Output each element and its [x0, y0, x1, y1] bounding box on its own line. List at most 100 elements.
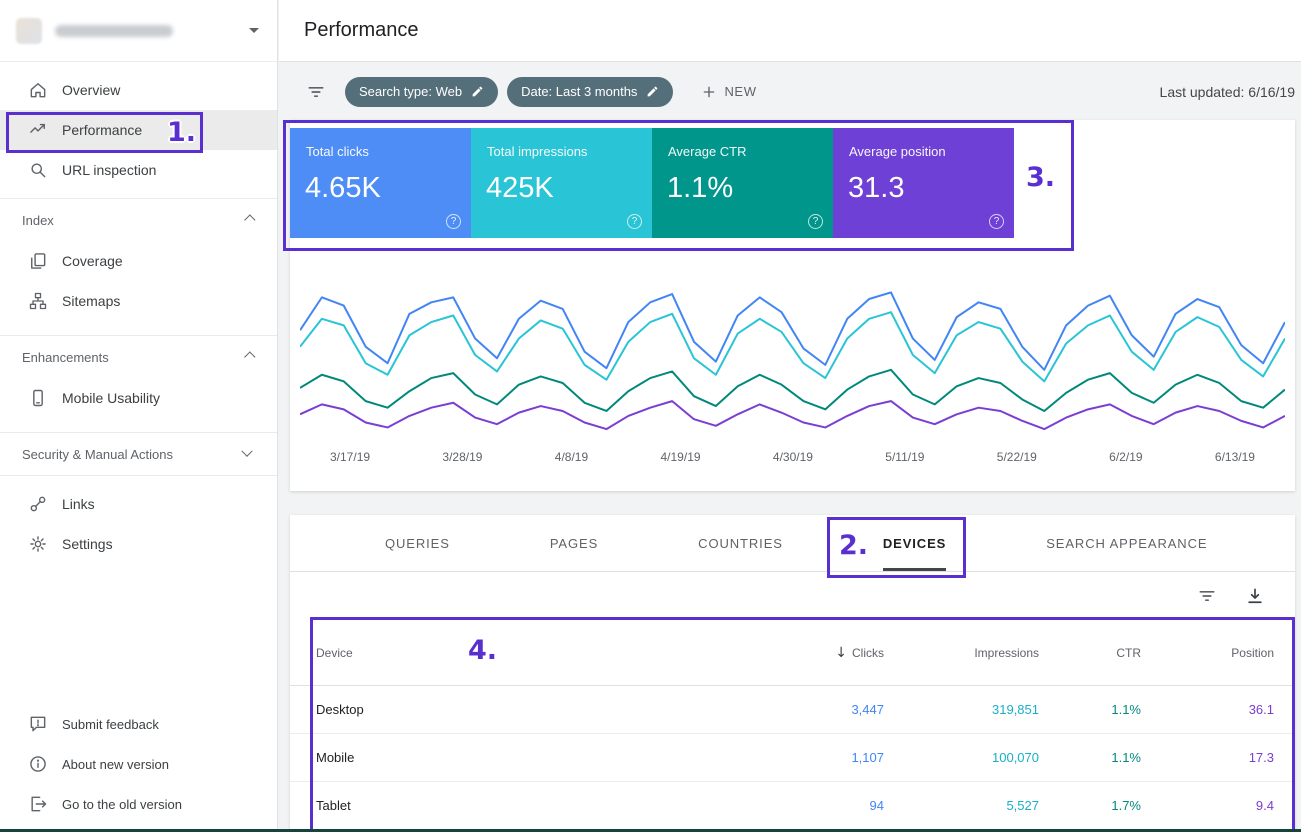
- sidebar-item-go-to-old-version[interactable]: Go to the old version: [0, 784, 277, 824]
- table-toolbar: [290, 572, 1295, 620]
- section-header-enhancements[interactable]: Enhancements: [0, 336, 277, 378]
- ctr-cell: 1.1%: [1039, 750, 1141, 765]
- chevron-down-icon: [249, 28, 259, 33]
- sidebar-item-submit-feedback[interactable]: Submit feedback: [0, 704, 277, 744]
- property-selector[interactable]: [0, 0, 277, 62]
- sidebar-footer: Submit feedback About new version Go to …: [0, 704, 277, 824]
- column-header-position[interactable]: Position: [1141, 646, 1274, 660]
- performance-line-chart[interactable]: [300, 260, 1285, 450]
- chevron-up-icon: [244, 351, 255, 362]
- google-search-console-performance: Overview Performance URL inspection Inde…: [0, 0, 1301, 832]
- chevron-up-icon: [244, 214, 255, 225]
- property-name-redacted: [55, 25, 173, 37]
- column-header-ctr[interactable]: CTR: [1039, 646, 1141, 660]
- metric-title: Total impressions: [487, 144, 587, 159]
- metric-card-average-ctr[interactable]: Average CTR 1.1% ?: [652, 128, 833, 238]
- sitemaps-icon: [28, 291, 48, 311]
- x-axis-label: 3/17/19: [330, 450, 370, 464]
- help-icon[interactable]: ?: [808, 214, 823, 229]
- section-header-security-manual-actions[interactable]: Security & Manual Actions: [0, 433, 277, 475]
- chip-label: Search type: Web: [359, 84, 462, 99]
- tab-queries[interactable]: QUERIES: [385, 515, 450, 571]
- x-axis-label: 4/19/19: [661, 450, 701, 464]
- help-icon[interactable]: ?: [627, 214, 642, 229]
- table-row-desktop: Desktop 3,447 319,851 1.1% 36.1: [290, 686, 1295, 734]
- x-axis-label: 5/11/19: [885, 450, 924, 464]
- info-icon: [28, 754, 48, 774]
- tab-devices[interactable]: DEVICES: [883, 515, 946, 571]
- sidebar-item-overview[interactable]: Overview: [0, 70, 277, 110]
- metric-card-total-impressions[interactable]: Total impressions 425K ?: [471, 128, 652, 238]
- sidebar-item-sitemaps[interactable]: Sitemaps: [0, 281, 277, 321]
- metric-value: 31.3: [848, 172, 904, 205]
- section-header-index[interactable]: Index: [0, 199, 277, 241]
- date-range-chip[interactable]: Date: Last 3 months: [507, 77, 673, 107]
- filter-icon[interactable]: [306, 82, 326, 102]
- table-row-mobile: Mobile 1,107 100,070 1.1% 17.3: [290, 734, 1295, 782]
- mobile-icon: [28, 388, 48, 408]
- x-axis-label: 6/2/19: [1109, 450, 1142, 464]
- help-icon[interactable]: ?: [446, 214, 461, 229]
- sidebar-item-links[interactable]: Links: [0, 484, 277, 524]
- metric-card-total-clicks[interactable]: Total clicks 4.65K ?: [290, 128, 471, 238]
- column-header-clicks[interactable]: ↓Clicks: [714, 645, 884, 661]
- chip-label: Date: Last 3 months: [521, 84, 637, 99]
- sidebar-item-about-new-version[interactable]: About new version: [0, 744, 277, 784]
- position-cell: 9.4: [1141, 798, 1274, 813]
- sidebar-item-mobile-usability[interactable]: Mobile Usability: [0, 378, 277, 418]
- table-header-row: Device ↓Clicks Impressions CTR Position: [290, 620, 1295, 686]
- metric-card-average-position[interactable]: Average position 31.3 ?: [833, 128, 1014, 238]
- property-logo: [16, 18, 42, 44]
- search-type-chip[interactable]: Search type: Web: [345, 77, 498, 107]
- new-button-label: NEW: [724, 84, 756, 99]
- download-icon[interactable]: [1245, 586, 1265, 606]
- sidebar-item-label: Mobile Usability: [62, 390, 160, 406]
- help-icon[interactable]: ?: [989, 214, 1004, 229]
- column-header-device[interactable]: Device: [316, 646, 714, 660]
- sidebar-nav-top: Overview Performance URL inspection: [0, 62, 277, 198]
- sidebar-section-enhancements: Enhancements Mobile Usability: [0, 335, 277, 432]
- sidebar-item-label: Sitemaps: [62, 293, 120, 309]
- exit-arrow-icon: [28, 794, 48, 814]
- tab-pages[interactable]: PAGES: [550, 515, 598, 571]
- chevron-down-icon: [241, 446, 252, 457]
- x-axis-label: 6/13/19: [1215, 450, 1255, 464]
- feedback-icon: [28, 714, 48, 734]
- x-axis-label: 4/30/19: [773, 450, 813, 464]
- tab-search-appearance[interactable]: SEARCH APPEARANCE: [1046, 515, 1207, 571]
- sidebar-item-label: Coverage: [62, 253, 123, 269]
- pencil-icon: [471, 85, 484, 98]
- sort-desc-icon: ↓: [835, 645, 847, 661]
- new-filter-button[interactable]: NEW: [701, 84, 756, 100]
- dimension-tabs: QUERIES PAGES COUNTRIES DEVICES SEARCH A…: [290, 515, 1295, 572]
- position-cell: 36.1: [1141, 702, 1274, 717]
- sidebar-item-performance[interactable]: Performance: [0, 110, 277, 150]
- metric-value: 1.1%: [667, 172, 733, 205]
- ctr-cell: 1.7%: [1039, 798, 1141, 813]
- clicks-cell: 94: [714, 798, 884, 813]
- home-icon: [28, 80, 48, 100]
- metric-value: 425K: [486, 172, 554, 205]
- sidebar-item-coverage[interactable]: Coverage: [0, 241, 277, 281]
- table-row-tablet: Tablet 94 5,527 1.7% 9.4: [290, 782, 1295, 830]
- sidebar-section-security: Security & Manual Actions: [0, 432, 277, 476]
- device-cell: Mobile: [316, 750, 714, 765]
- sidebar-item-label: URL inspection: [62, 162, 156, 178]
- column-header-impressions[interactable]: Impressions: [884, 646, 1039, 660]
- section-label: Index: [22, 213, 54, 228]
- pencil-icon: [646, 85, 659, 98]
- sidebar-item-settings[interactable]: Settings: [0, 524, 277, 564]
- performance-chart-card: Total clicks 4.65K ? Total impressions 4…: [290, 120, 1295, 491]
- x-axis-label: 3/28/19: [442, 450, 482, 464]
- metric-value: 4.65K: [305, 172, 381, 205]
- performance-icon: [28, 120, 48, 140]
- dimensions-table-card: QUERIES PAGES COUNTRIES DEVICES SEARCH A…: [290, 515, 1295, 832]
- position-cell: 17.3: [1141, 750, 1274, 765]
- x-axis-label: 4/8/19: [555, 450, 588, 464]
- filter-toolbar: Search type: Web Date: Last 3 months NEW…: [279, 63, 1301, 120]
- tab-countries[interactable]: COUNTRIES: [698, 515, 783, 571]
- sidebar-nav-tools: Links Settings: [0, 476, 277, 572]
- table-filter-icon[interactable]: [1197, 586, 1217, 606]
- sidebar-item-label: Overview: [62, 82, 120, 98]
- sidebar-item-url-inspection[interactable]: URL inspection: [0, 150, 277, 190]
